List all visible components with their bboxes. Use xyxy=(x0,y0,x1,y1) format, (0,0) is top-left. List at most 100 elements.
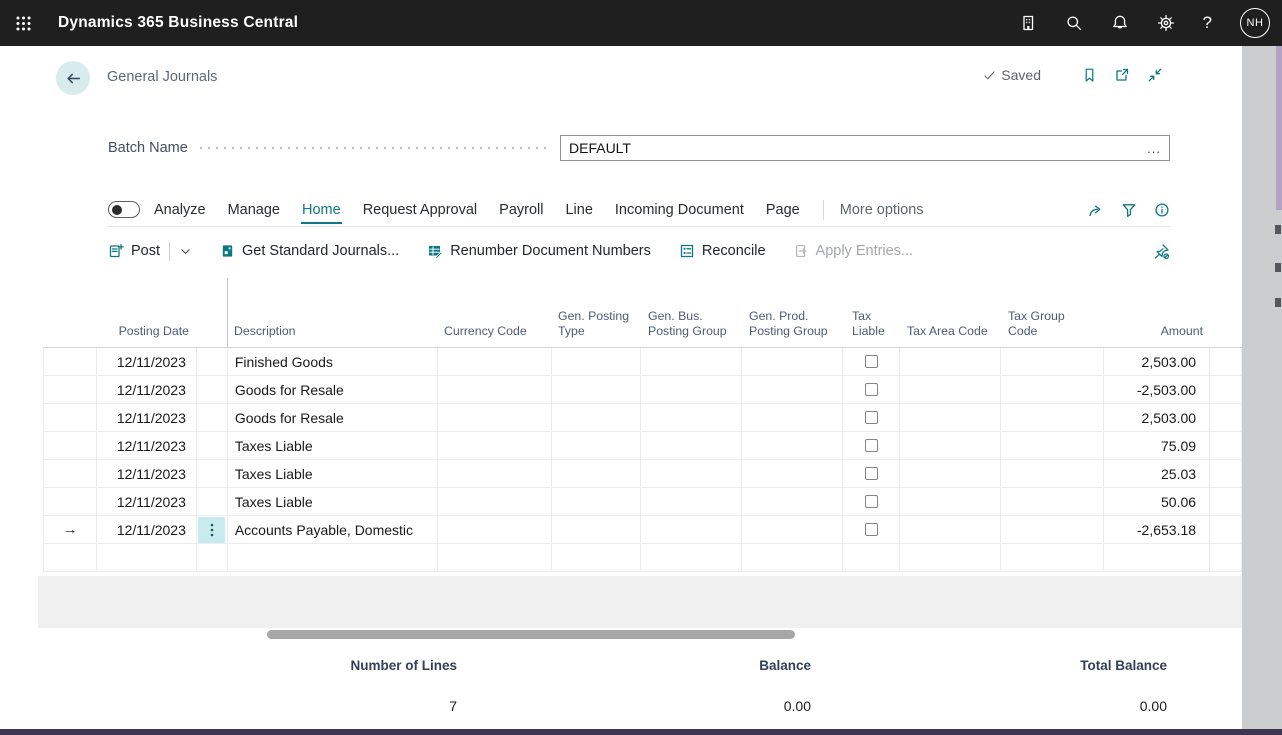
gen-prod-posting-group-cell[interactable] xyxy=(742,432,844,459)
analyze-toggle[interactable] xyxy=(108,201,140,218)
column-header-description[interactable]: Description xyxy=(227,324,437,347)
tab-request-approval[interactable]: Request Approval xyxy=(362,196,478,224)
gen-bus-posting-group-cell[interactable] xyxy=(641,544,743,571)
description-cell[interactable]: Taxes Liable xyxy=(228,460,438,487)
gen-posting-type-cell[interactable] xyxy=(552,516,642,543)
tax-area-code-cell[interactable] xyxy=(900,460,1002,487)
tax-group-code-cell[interactable] xyxy=(1001,488,1105,515)
column-header-currency-code[interactable]: Currency Code xyxy=(437,324,551,347)
column-header-gen-posting-type[interactable]: Gen. Posting Type xyxy=(551,309,641,347)
row-menu-cell[interactable] xyxy=(197,376,228,403)
description-cell[interactable]: Goods for Resale xyxy=(228,404,438,431)
currency-code-cell[interactable] xyxy=(438,432,552,459)
currency-code-cell[interactable] xyxy=(438,404,552,431)
amount-cell[interactable]: 2,503.00 xyxy=(1104,404,1211,431)
amount-cell[interactable]: -2,503.00 xyxy=(1104,376,1211,403)
avatar[interactable]: NH xyxy=(1240,8,1270,38)
row-menu-cell[interactable] xyxy=(197,488,228,515)
tab-page[interactable]: Page xyxy=(765,196,801,224)
amount-cell[interactable]: 50.06 xyxy=(1104,488,1211,515)
reconcile-button[interactable]: Reconcile xyxy=(679,243,766,259)
row-menu-cell[interactable] xyxy=(197,544,228,571)
description-cell[interactable]: Taxes Liable xyxy=(228,432,438,459)
tab-home[interactable]: Home xyxy=(301,196,342,224)
gen-prod-posting-group-cell[interactable] xyxy=(742,544,844,571)
help-icon[interactable]: ? xyxy=(1203,13,1212,33)
pin-off-icon[interactable] xyxy=(1153,243,1170,260)
gen-bus-posting-group-cell[interactable] xyxy=(641,432,743,459)
tax-liable-checkbox[interactable] xyxy=(864,495,878,508)
row-menu-cell[interactable] xyxy=(197,432,228,459)
currency-code-cell[interactable] xyxy=(438,348,552,375)
posting-date-cell[interactable]: 12/11/2023 xyxy=(97,432,197,459)
tax-area-code-cell[interactable] xyxy=(900,376,1002,403)
gen-posting-type-cell[interactable] xyxy=(552,460,642,487)
gen-bus-posting-group-cell[interactable] xyxy=(641,488,743,515)
row-menu-cell[interactable] xyxy=(197,460,228,487)
tax-group-code-cell[interactable] xyxy=(1001,432,1105,459)
horizontal-scrollbar[interactable] xyxy=(267,630,795,639)
row-selector-cell[interactable] xyxy=(44,376,97,403)
gen-prod-posting-group-cell[interactable] xyxy=(742,348,844,375)
post-dropdown-chevron-icon[interactable] xyxy=(179,245,192,258)
description-cell[interactable]: Accounts Payable, Domestic xyxy=(228,516,438,543)
tax-group-code-cell[interactable] xyxy=(1001,348,1105,375)
gen-prod-posting-group-cell[interactable] xyxy=(742,516,844,543)
tax-area-code-cell[interactable] xyxy=(900,348,1002,375)
tab-payroll[interactable]: Payroll xyxy=(498,196,544,224)
back-button[interactable] xyxy=(56,61,90,95)
post-button[interactable]: Post xyxy=(108,243,160,259)
tax-area-code-cell[interactable] xyxy=(900,488,1002,515)
currency-code-cell[interactable] xyxy=(438,544,552,571)
currency-code-cell[interactable] xyxy=(438,376,552,403)
tax-liable-checkbox[interactable] xyxy=(864,439,878,452)
column-header-gen-prod-posting-group[interactable]: Gen. Prod. Posting Group xyxy=(742,309,843,347)
row-menu-cell[interactable] xyxy=(197,404,228,431)
row-selector-cell[interactable] xyxy=(44,460,97,487)
tax-liable-checkbox[interactable] xyxy=(864,411,878,424)
analyze-toggle-label[interactable]: Analyze xyxy=(153,196,207,224)
gen-posting-type-cell[interactable] xyxy=(552,544,642,571)
gen-posting-type-cell[interactable] xyxy=(552,432,642,459)
tax-liable-checkbox[interactable] xyxy=(864,467,878,480)
tab-line[interactable]: Line xyxy=(564,196,593,224)
bookmark-icon[interactable] xyxy=(1082,67,1097,83)
amount-cell[interactable]: 25.03 xyxy=(1104,460,1211,487)
amount-cell[interactable]: 75.09 xyxy=(1104,432,1211,459)
tax-liable-cell[interactable] xyxy=(843,544,901,571)
description-cell[interactable]: Finished Goods xyxy=(228,348,438,375)
tax-liable-checkbox[interactable] xyxy=(864,523,878,536)
more-options-button[interactable]: More options xyxy=(840,202,924,218)
gen-prod-posting-group-cell[interactable] xyxy=(742,376,844,403)
notifications-bell-icon[interactable] xyxy=(1111,14,1129,32)
column-header-tax-area-code[interactable]: Tax Area Code xyxy=(900,324,1001,347)
tax-liable-checkbox[interactable] xyxy=(864,383,878,396)
tax-area-code-cell[interactable] xyxy=(900,544,1002,571)
get-standard-journals-button[interactable]: Get Standard Journals... xyxy=(220,243,399,259)
row-selector-cell[interactable] xyxy=(44,488,97,515)
tab-manage[interactable]: Manage xyxy=(227,196,281,224)
gen-bus-posting-group-cell[interactable] xyxy=(641,376,743,403)
renumber-document-numbers-button[interactable]: Renumber Document Numbers xyxy=(427,243,651,259)
gen-bus-posting-group-cell[interactable] xyxy=(641,348,743,375)
tax-group-code-cell[interactable] xyxy=(1001,544,1105,571)
batch-name-value[interactable]: DEFAULT xyxy=(561,140,1139,156)
amount-cell[interactable]: -2,653.18 xyxy=(1104,516,1211,543)
row-selector-cell[interactable] xyxy=(44,404,97,431)
tax-group-code-cell[interactable] xyxy=(1001,460,1105,487)
column-header-amount[interactable]: Amount xyxy=(1104,324,1210,347)
posting-date-cell[interactable]: 12/11/2023 xyxy=(97,376,197,403)
gen-prod-posting-group-cell[interactable] xyxy=(742,488,844,515)
posting-date-cell[interactable]: 12/11/2023 xyxy=(97,348,197,375)
batch-name-input[interactable]: DEFAULT ... xyxy=(560,135,1170,161)
posting-date-cell[interactable]: 12/11/2023 xyxy=(97,516,197,543)
posting-date-cell[interactable]: 12/11/2023 xyxy=(97,404,197,431)
amount-cell[interactable] xyxy=(1104,544,1211,571)
posting-date-cell[interactable]: 12/11/2023 xyxy=(97,460,197,487)
row-selector-cell[interactable] xyxy=(44,348,97,375)
gen-posting-type-cell[interactable] xyxy=(552,488,642,515)
row-menu-kebab-button[interactable] xyxy=(198,516,226,543)
description-cell[interactable] xyxy=(228,544,438,571)
amount-cell[interactable]: 2,503.00 xyxy=(1104,348,1211,375)
tax-group-code-cell[interactable] xyxy=(1001,404,1105,431)
